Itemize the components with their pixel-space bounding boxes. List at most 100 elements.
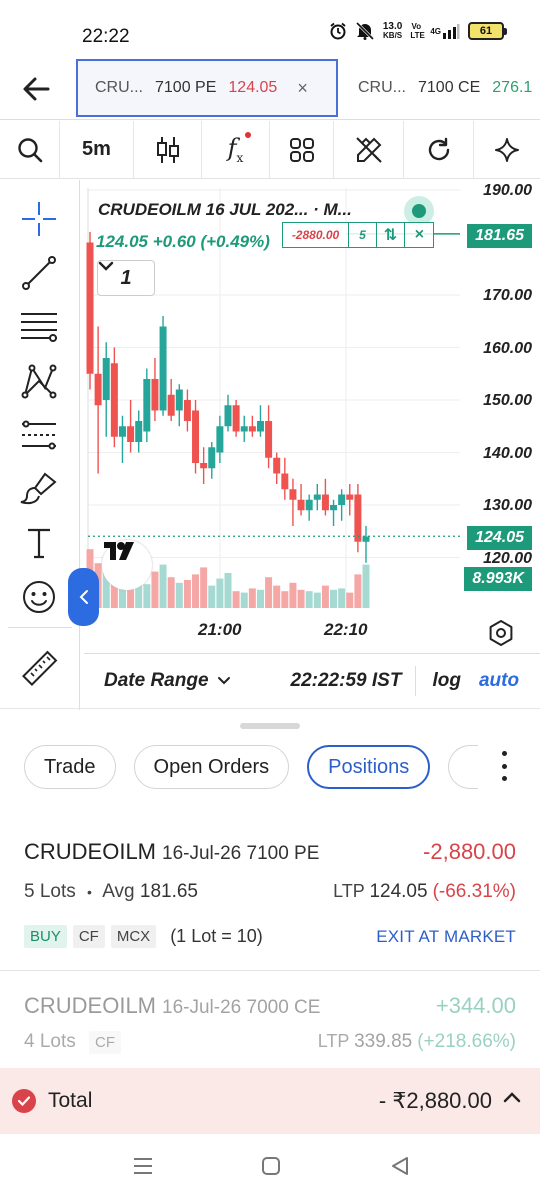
- mute-icon: [355, 22, 375, 40]
- volume-bar: [248, 588, 256, 608]
- candle-body: [183, 400, 191, 421]
- candle-body: [143, 379, 151, 432]
- layouts-button[interactable]: [270, 120, 334, 179]
- measure-tool[interactable]: [18, 648, 60, 690]
- fib-tool[interactable]: [18, 306, 60, 348]
- candle-body: [167, 394, 175, 416]
- search-button[interactable]: [0, 120, 60, 179]
- alarm-icon: [329, 22, 347, 40]
- refresh-icon: [428, 137, 449, 160]
- volume-bar: [183, 580, 191, 608]
- date-range-label: Date Range: [104, 669, 209, 691]
- indicators-button[interactable]: fx: [202, 120, 270, 179]
- tab-strike: 7100 CE: [418, 79, 481, 96]
- drawing-toggle-button[interactable]: [334, 120, 404, 179]
- reverse-position-icon[interactable]: ⇅: [377, 223, 405, 247]
- avg-label: Avg: [102, 881, 135, 902]
- axis-label-170: 170.00: [483, 287, 532, 304]
- collapse-tools-button[interactable]: [68, 568, 99, 626]
- interval-button[interactable]: 5m: [60, 120, 134, 179]
- candle-body: [321, 494, 329, 511]
- tab-more-partial[interactable]: [448, 745, 479, 789]
- volume-bar: [265, 577, 273, 608]
- home-square-icon[interactable]: [261, 1156, 281, 1176]
- crosshair-tool[interactable]: [18, 198, 60, 240]
- more-options-icon[interactable]: [500, 751, 508, 781]
- forecast-tool[interactable]: [18, 414, 60, 456]
- grid-icon: [289, 137, 314, 162]
- volte-label: Vo LTE: [410, 22, 425, 40]
- pattern-tool[interactable]: [18, 360, 60, 402]
- fx-label: f: [227, 134, 237, 163]
- position-line-label[interactable]: -2880.00 5 ⇅ ×: [282, 222, 434, 248]
- recents-menu-icon[interactable]: [132, 1156, 154, 1176]
- volume-bar: [281, 591, 289, 608]
- position-row[interactable]: CRUDEOILM 16-Jul-26 7100 PE -2,880.00 5 L…: [0, 819, 540, 971]
- emoji-tool[interactable]: [18, 576, 60, 618]
- sheet-tabs: Trade Open Orders Positions: [24, 745, 479, 789]
- chart-type-button[interactable]: [134, 120, 202, 179]
- chevron-left-icon: [79, 590, 88, 604]
- candle-body: [265, 421, 273, 458]
- refresh-button[interactable]: [404, 120, 474, 179]
- total-pnl-bar[interactable]: Total - ₹2,880.00: [0, 1068, 540, 1134]
- tradingview-logo: [102, 540, 152, 590]
- back-button[interactable]: [18, 72, 58, 106]
- log-scale-toggle[interactable]: log: [432, 670, 461, 692]
- position-lots: 4 Lots: [24, 1031, 76, 1052]
- chart-clock: 22:22:59 IST: [290, 669, 402, 691]
- tab-symbol: CRU...: [95, 79, 143, 96]
- ltp-label: LTP: [333, 881, 365, 901]
- price-chart[interactable]: CRUDEOILM 16 JUL 202... · M... 124.05 +0…: [84, 180, 540, 650]
- tab-price: 276.1: [492, 79, 533, 96]
- sheet-drag-handle[interactable]: [240, 723, 300, 729]
- text-tool[interactable]: [18, 522, 60, 564]
- tab-other-instrument[interactable]: CRU... 7100 CE 276.1: [358, 59, 532, 117]
- axis-label-140: 140.00: [483, 445, 532, 462]
- chevron-up-icon[interactable]: [502, 1090, 522, 1104]
- side-badge: BUY: [24, 925, 67, 948]
- back-triangle-icon[interactable]: [390, 1156, 410, 1176]
- tab-close-icon[interactable]: ×: [297, 78, 308, 99]
- projection-icon: [22, 420, 56, 450]
- net-speed-unit: KB/S: [383, 31, 403, 40]
- trend-line-tool[interactable]: [18, 252, 60, 294]
- position-pnl: +344.00: [435, 993, 516, 1018]
- position-symbol: CRUDEOILM: [24, 839, 157, 864]
- candle-body: [338, 494, 346, 505]
- volume-bar: [362, 564, 370, 608]
- ltp-change: (-66.31%): [432, 881, 516, 902]
- brush-tool[interactable]: [18, 468, 60, 510]
- close-position-icon[interactable]: ×: [405, 223, 433, 247]
- ai-assist-button[interactable]: [474, 121, 540, 179]
- brush-icon: [20, 472, 57, 505]
- candle-body: [248, 426, 256, 432]
- last-price-tag: 124.05: [467, 526, 532, 550]
- legend-collapse-button[interactable]: 1: [97, 260, 155, 296]
- volume-bar: [240, 592, 248, 608]
- tab-active-instrument[interactable]: CRU... 7100 PE 124.05 ×: [76, 59, 338, 117]
- volume-bar: [305, 591, 313, 608]
- candle-body: [297, 499, 305, 511]
- candle-body: [159, 326, 167, 411]
- position-tags: BUY CF MCX (1 Lot = 10): [24, 925, 263, 948]
- volume-bar: [338, 588, 346, 608]
- net-speed: 13.0 KB/S: [383, 22, 403, 41]
- candle-body: [289, 489, 297, 500]
- tab-open-orders[interactable]: Open Orders: [133, 745, 290, 789]
- smiley-icon: [23, 581, 55, 613]
- candle-body: [110, 363, 118, 437]
- total-value: - ₹2,880.00: [378, 1088, 492, 1113]
- signal-icon: 4G: [430, 23, 460, 39]
- date-range-dropdown[interactable]: Date Range: [104, 670, 231, 692]
- tab-trade[interactable]: Trade: [24, 745, 116, 789]
- auto-scale-toggle[interactable]: auto: [479, 670, 519, 692]
- position-row[interactable]: CRUDEOILM 16-Jul-26 7000 CE +344.00 4 Lot…: [0, 973, 540, 1067]
- volume-bar: [346, 592, 354, 608]
- volume-bar: [159, 564, 167, 608]
- instrument-tab-bar: CRU... 7100 PE 124.05 × CRU... 7100 CE 2…: [0, 58, 540, 120]
- sparkle-icon: [495, 137, 519, 162]
- tab-positions[interactable]: Positions: [307, 745, 431, 789]
- entry-price-tag: 181.65: [467, 224, 532, 248]
- exit-at-market-button[interactable]: EXIT AT MARKET: [376, 927, 516, 947]
